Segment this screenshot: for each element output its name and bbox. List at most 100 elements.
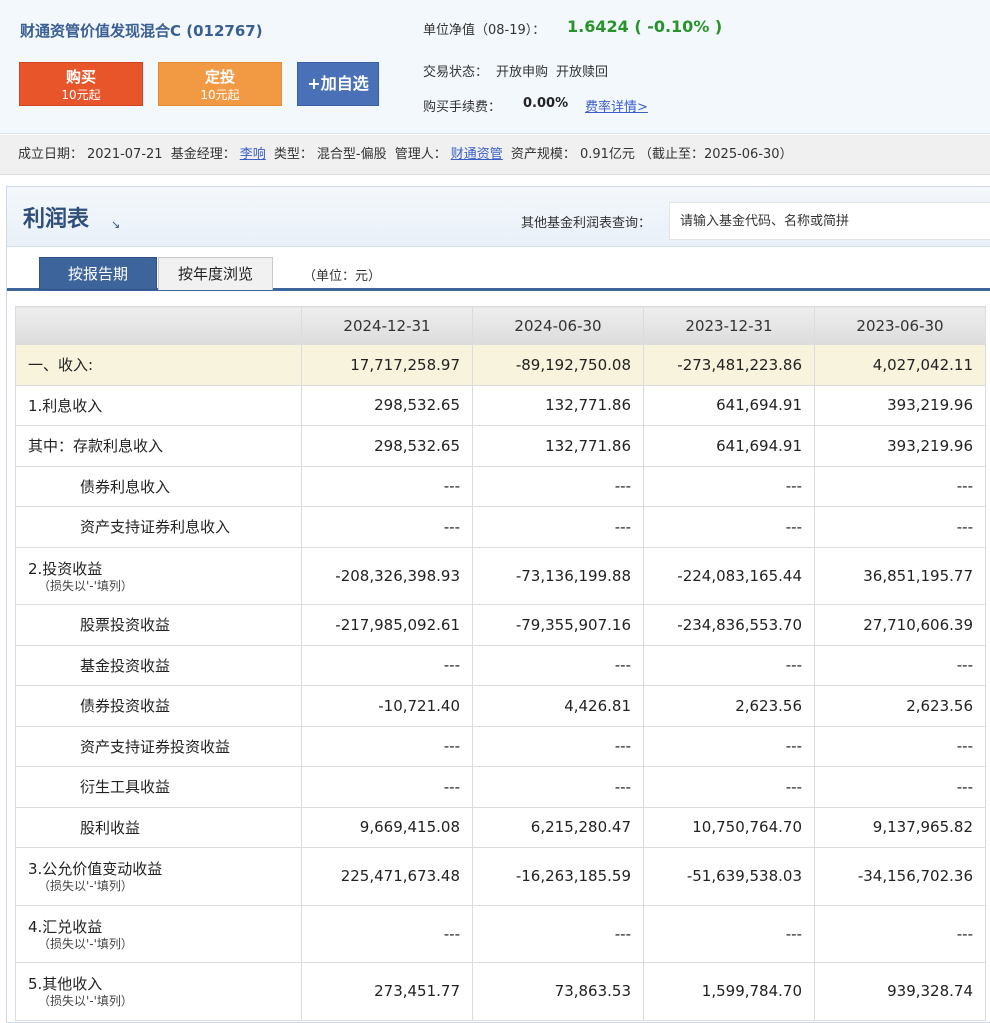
row-label-cell: 债券利息收入 — [15, 465, 302, 507]
value-cell: --- — [301, 725, 473, 767]
profit-statement-section: 利润表 ↘ 其他基金利润表查询： 按报告期 按年度浏览 （单位：元） 2024-… — [6, 186, 990, 1023]
sip-button[interactable]: 定投 10元起 — [158, 62, 282, 106]
trade-status-label: 交易状态： — [423, 65, 489, 80]
table-row: 资产支持证券利息收入 --- --- --- --- — [15, 506, 986, 548]
row-label-cell: 资产支持证券利息收入 — [15, 506, 302, 548]
row-label: 债券利息收入 — [80, 477, 171, 496]
column-header: 2023-12-31 — [643, 306, 815, 345]
value-cell: 4,027,042.11 — [814, 344, 986, 386]
query-label: 其他基金利润表查询： — [521, 216, 652, 231]
value-cell: --- — [643, 725, 815, 767]
trade-status-redeem: 开放赎回 — [556, 65, 609, 80]
row-label: 1.利息收入 — [28, 396, 103, 415]
value-cell: --- — [472, 506, 644, 548]
row-label: 基金投资收益 — [80, 656, 171, 675]
table-row: 债券利息收入 --- --- --- --- — [15, 465, 986, 507]
trade-status-purchase: 开放申购 — [496, 65, 549, 80]
value-cell: --- — [301, 465, 473, 507]
admin-link[interactable]: 财通资管 — [451, 147, 503, 162]
section-title: 利润表 — [23, 207, 90, 232]
arrow-icon: ↘ — [111, 218, 121, 231]
row-label-cell: 股利收益 — [15, 806, 302, 848]
profit-table: 2024-12-31 2024-06-30 2023-12-31 2023-06… — [15, 306, 986, 1021]
value-cell: --- — [301, 766, 473, 808]
row-label: 债券投资收益 — [80, 697, 171, 716]
buy-label: 购买 — [65, 68, 96, 86]
value-cell: --- — [472, 644, 644, 686]
fund-scale: 0.91亿元 （截止至：2025-06-30） — [579, 147, 793, 162]
add-favorite-button[interactable]: +加自选 — [297, 62, 379, 106]
row-label: 衍生工具收益 — [80, 778, 171, 797]
admin-label: 管理人： — [394, 147, 447, 162]
manager-label: 基金经理： — [170, 147, 236, 162]
tab-by-year[interactable]: 按年度浏览 — [158, 257, 273, 290]
row-label-cell: 资产支持证券投资收益 — [15, 725, 302, 767]
value-cell: --- — [643, 644, 815, 686]
value-cell: 393,219.96 — [814, 384, 986, 426]
value-cell: 298,532.65 — [301, 384, 473, 426]
value-cell: 2,623.56 — [814, 685, 986, 727]
value-cell: 132,771.86 — [472, 425, 644, 467]
tab-by-period[interactable]: 按报告期 — [39, 257, 157, 290]
value-cell: 10,750,764.70 — [643, 806, 815, 848]
value-cell: -34,156,702.36 — [814, 847, 986, 906]
value-cell: --- — [472, 904, 644, 963]
row-label: 其中：存款利息收入 — [28, 437, 164, 456]
value-cell: 393,219.96 — [814, 425, 986, 467]
fee-value: 0.00% — [523, 96, 569, 111]
value-cell: 36,851,195.77 — [814, 546, 986, 605]
value-cell: --- — [643, 766, 815, 808]
table-row: 一、收入: 17,717,258.97 -89,192,750.08 -273,481… — [15, 344, 986, 386]
value-cell: --- — [814, 904, 986, 963]
value-cell: --- — [301, 644, 473, 686]
column-header: 2024-12-31 — [301, 306, 473, 345]
table-row: 资产支持证券投资收益 --- --- --- --- — [15, 725, 986, 767]
value-cell: 641,694.91 — [643, 425, 815, 467]
row-label: 2.投资收益 — [28, 559, 103, 578]
row-label-cell: 股票投资收益 — [15, 604, 302, 646]
tabs-bar: 按报告期 按年度浏览 （单位：元） — [7, 255, 990, 291]
fund-type: 混合型-偏股 — [316, 147, 387, 162]
table-row: 1.利息收入 298,532.65 132,771.86 641,694.91 393,… — [15, 384, 986, 426]
row-label-cell: 2.投资收益 （损失以'-'填列） — [15, 546, 302, 605]
row-label-cell: 基金投资收益 — [15, 644, 302, 686]
section-header: 利润表 ↘ 其他基金利润表查询： — [7, 187, 990, 247]
fee-label: 购买手续费： — [423, 100, 502, 115]
row-label: 股票投资收益 — [80, 616, 171, 635]
table-header-row: 2024-12-31 2024-06-30 2023-12-31 2023-06… — [15, 306, 986, 345]
row-label-cell: 1.利息收入 — [15, 384, 302, 426]
table-row: 3.公允价值变动收益 （损失以'-'填列） 225,471,673.48 -16,26… — [15, 847, 986, 906]
value-cell: 132,771.86 — [472, 384, 644, 426]
setup-date-label: 成立日期： — [18, 147, 84, 162]
column-header — [15, 306, 302, 345]
row-label-note: （损失以'-'填列） — [38, 879, 133, 894]
value-cell: --- — [814, 725, 986, 767]
manager-link[interactable]: 李响 — [240, 147, 266, 162]
value-cell: 4,426.81 — [472, 685, 644, 727]
buy-button[interactable]: 购买 10元起 — [19, 62, 143, 106]
value-cell: --- — [643, 506, 815, 548]
value-cell: 73,863.53 — [472, 962, 644, 1021]
trade-status: 交易状态： 开放申购 开放赎回 — [423, 61, 616, 80]
nav-label: 单位净值（08-19）： — [423, 23, 546, 38]
value-cell: --- — [814, 465, 986, 507]
table-row: 股利收益 9,669,415.08 6,215,280.47 10,750,764.7… — [15, 806, 986, 848]
value-cell: 27,710,606.39 — [814, 604, 986, 646]
type-label: 类型： — [273, 147, 313, 162]
row-label: 一、收入: — [28, 356, 94, 375]
unit-label: （单位：元） — [303, 269, 382, 284]
table-row: 其中：存款利息收入 298,532.65 132,771.86 641,694.91 3… — [15, 425, 986, 467]
table-row: 2.投资收益 （损失以'-'填列） -208,326,398.93 -73,136,1… — [15, 546, 986, 605]
value-cell: 1,599,784.70 — [643, 962, 815, 1021]
fund-search-input[interactable] — [669, 202, 990, 240]
value-cell: 298,532.65 — [301, 425, 473, 467]
sip-label: 定投 — [204, 68, 235, 86]
value-cell: 9,669,415.08 — [301, 806, 473, 848]
value-cell: -273,481,223.86 — [643, 344, 815, 386]
column-header: 2023-06-30 — [814, 306, 986, 345]
sip-min-amount: 10元起 — [200, 88, 240, 102]
fee-details-link[interactable]: 费率详情> — [585, 96, 648, 115]
value-cell: -89,192,750.08 — [472, 344, 644, 386]
value-cell: -16,263,185.59 — [472, 847, 644, 906]
table-row: 4.汇兑收益 （损失以'-'填列） --- --- --- --- — [15, 904, 986, 963]
